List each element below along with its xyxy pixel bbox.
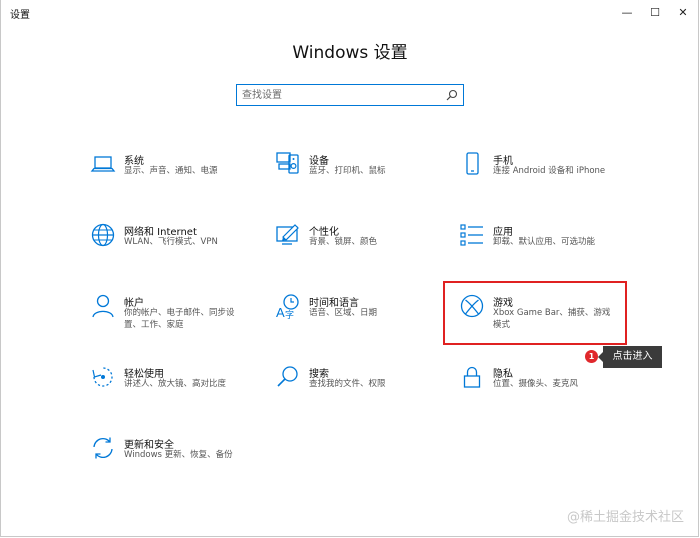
tile-time-language[interactable]: A字 时间和语言 语音、区域、日期 — [275, 293, 455, 343]
tile-description: 你的帐户、电子邮件、同步设置、工作、家庭 — [124, 308, 235, 330]
tile-privacy[interactable]: 隐私 位置、摄像头、麦克风 — [459, 364, 639, 414]
search-input[interactable] — [240, 87, 440, 104]
ease-of-access-icon — [90, 364, 116, 390]
laptop-icon — [90, 151, 116, 177]
tile-search[interactable]: 搜索 查找我的文件、权限 — [275, 364, 455, 414]
title-bar: 设置 — ☐ ✕ — [0, 0, 700, 24]
lock-icon — [459, 364, 485, 390]
devices-icon — [275, 151, 301, 177]
watermark: @稀土掘金技术社区 — [566, 510, 684, 525]
search-icon[interactable] — [446, 89, 458, 101]
tile-accounts[interactable]: 帐户 你的帐户、电子邮件、同步设置、工作、家庭 — [90, 293, 270, 343]
svg-text:A: A — [276, 305, 285, 319]
tile-devices[interactable]: 设备 蓝牙、打印机、鼠标 — [275, 151, 455, 201]
tile-description: 位置、摄像头、麦克风 — [493, 379, 579, 389]
tile-ease-of-access[interactable]: 轻松使用 讲述人、放大镜、高对比度 — [90, 364, 270, 414]
tile-description: 背景、锁屏、颜色 — [309, 237, 378, 247]
page-title: Windows 设置 — [292, 43, 408, 63]
tile-apps[interactable]: 应用 卸载、默认应用、可选功能 — [459, 222, 639, 272]
tile-description: 查找我的文件、权限 — [309, 379, 386, 389]
personalization-icon — [275, 222, 301, 248]
click-hint-tooltip: 点击进入 — [598, 346, 662, 368]
search-box[interactable] — [236, 84, 464, 106]
tile-description: 连接 Android 设备和 iPhone — [493, 166, 606, 176]
tile-phone[interactable]: 手机 连接 Android 设备和 iPhone — [459, 151, 639, 201]
highlight-box — [443, 281, 627, 345]
step-badge: 1 — [585, 350, 598, 363]
tile-description: 语音、区域、日期 — [309, 308, 378, 318]
tile-network[interactable]: 网络和 Internet WLAN、飞行模式、VPN — [90, 222, 270, 272]
window-title: 设置 — [10, 10, 30, 21]
close-button[interactable]: ✕ — [660, 0, 700, 24]
tile-description: WLAN、飞行模式、VPN — [124, 237, 218, 247]
tile-description: Windows 更新、恢复、备份 — [124, 450, 233, 460]
tile-description: 蓝牙、打印机、鼠标 — [309, 166, 386, 176]
person-icon — [90, 293, 116, 319]
tile-description: 显示、声音、通知、电源 — [124, 166, 218, 176]
svg-text:字: 字 — [285, 309, 294, 319]
search-icon — [275, 364, 301, 390]
phone-icon — [459, 151, 485, 177]
tile-update-security[interactable]: 更新和安全 Windows 更新、恢复、备份 — [90, 435, 270, 485]
apps-icon — [459, 222, 485, 248]
tile-description: 讲述人、放大镜、高对比度 — [124, 379, 227, 389]
update-icon — [90, 435, 116, 461]
globe-icon — [90, 222, 116, 248]
tile-description: 卸载、默认应用、可选功能 — [493, 237, 596, 247]
tile-system[interactable]: 系统 显示、声音、通知、电源 — [90, 151, 270, 201]
tile-personalization[interactable]: 个性化 背景、锁屏、颜色 — [275, 222, 455, 272]
time-language-icon: A字 — [275, 293, 301, 321]
